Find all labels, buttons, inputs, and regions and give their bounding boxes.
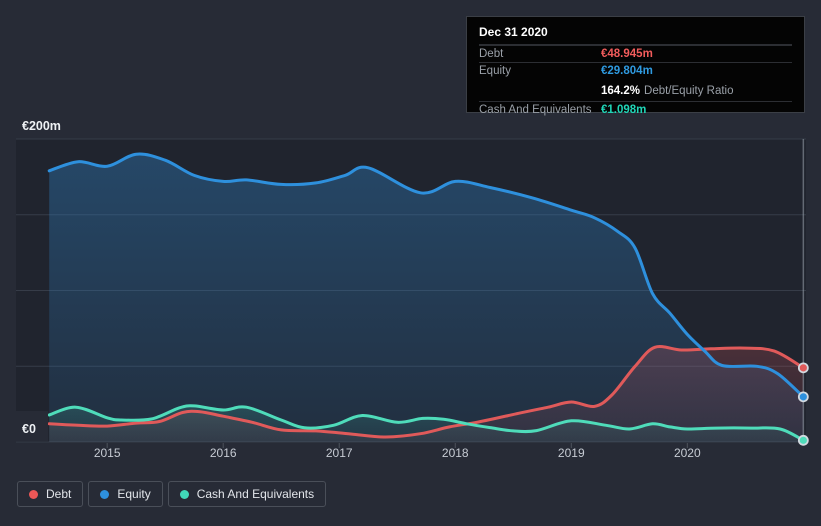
x-axis: 2015 2016 2017 2018 2019 2020	[94, 443, 701, 460]
tooltip-row-cash: Cash And Equivalents €1.098m	[479, 101, 792, 118]
debt-equity-history-chart: 2015 2016 2017 2018 2019 2020 €200m €0 Dec 31 2…	[0, 0, 821, 526]
tooltip-debt-label: Debt	[479, 48, 504, 60]
tooltip-ratio-value: 164.2%	[601, 85, 641, 97]
debt-series-dot-icon	[29, 489, 38, 499]
tooltip-cash-value: €1.098m	[601, 104, 647, 116]
tooltip-cash-label: Cash And Equivalents	[479, 104, 592, 116]
legend-item-cash[interactable]: Cash And Equivalents	[167, 481, 327, 507]
tooltip-debt-value: €48.945m	[601, 48, 653, 60]
cash-series-dot-icon	[179, 489, 189, 499]
x-tick-label-2017: 2017	[326, 446, 353, 460]
x-tick-label-2019: 2019	[558, 446, 585, 460]
equity-end-dot[interactable]	[797, 391, 809, 403]
legend-equity-label: Equity	[117, 487, 151, 501]
cash-end-dot[interactable]	[797, 434, 809, 446]
equity-series-dot-icon	[100, 489, 110, 499]
tooltip-equity-value: €29.804m	[601, 65, 653, 77]
tooltip-date: Dec 31 2020	[479, 23, 792, 45]
tooltip-row-ratio: 164.2% Debt/Equity Ratio	[479, 79, 792, 101]
legend-item-equity[interactable]: Equity	[88, 481, 163, 507]
tooltip-row-debt: Debt €48.945m	[479, 45, 792, 62]
debt-end-dot[interactable]	[797, 362, 809, 374]
x-tick-label-2015: 2015	[94, 446, 121, 460]
x-tick-label-2018: 2018	[442, 446, 469, 460]
chart-tooltip: Dec 31 2020 Debt €48.945m Equity €29.804…	[466, 16, 805, 116]
legend-debt-label: Debt	[46, 487, 72, 501]
y-axis-label-0: €0	[22, 422, 36, 436]
legend-item-debt[interactable]: Debt	[17, 481, 84, 507]
legend-cash-label: Cash And Equivalents	[196, 487, 315, 501]
tooltip-ratio-suffix: Debt/Equity Ratio	[644, 85, 734, 97]
y-axis-label-200: €200m	[22, 119, 61, 133]
tooltip-row-equity: Equity €29.804m	[479, 62, 792, 79]
x-tick-label-2016: 2016	[210, 446, 237, 460]
chart-legend: Debt Equity Cash And Equivalents	[17, 481, 327, 507]
x-tick-label-2020: 2020	[674, 446, 701, 460]
tooltip-equity-label: Equity	[479, 65, 511, 77]
